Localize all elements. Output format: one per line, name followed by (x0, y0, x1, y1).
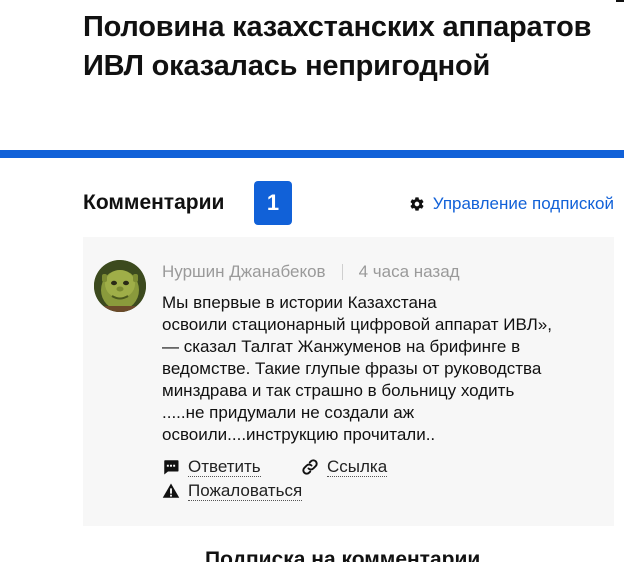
comment-text-line: Мы впервые в истории Казахстана (162, 293, 437, 312)
reply-label: Ответить (188, 457, 261, 477)
article-title: Половина казахстанских аппаратов ИВЛ ока… (83, 11, 592, 82)
link-icon (302, 459, 318, 475)
subscription-heading: Подписка на комментарии (205, 548, 481, 562)
comment-bubble-icon (164, 460, 179, 475)
comments-count-badge: 1 (254, 181, 292, 225)
comment-text: Мы впервые в истории Казахстана освоили … (162, 292, 602, 446)
comment-text-line: освоили стационарный цифровой аппарат ИВ… (162, 315, 552, 334)
comments-title: Комментарии (83, 191, 225, 214)
manage-subscription-link[interactable]: Управление подпиской (409, 194, 614, 214)
comment-text-line: освоили....инструкцию прочитали.. (162, 425, 436, 444)
comments-header: Комментарии 1 Управление подпиской (83, 181, 614, 225)
comment-time: 4 часа назад (358, 262, 460, 281)
comment-text-line: .....не придумали не создали аж (162, 403, 415, 422)
gear-icon (410, 197, 424, 211)
link-label: Ссылка (327, 457, 388, 477)
comment-meta: Нуршин Джанабеков 4 часа назад (162, 262, 460, 282)
reply-button[interactable]: Ответить (162, 457, 261, 477)
comment-text-line: минздрава и так страшно в больницу ходит… (162, 381, 515, 400)
warning-icon (162, 483, 180, 498)
page: Половина казахстанских аппаратов ИВЛ ока… (0, 0, 624, 562)
meta-divider (341, 264, 343, 280)
comment-author[interactable]: Нуршин Джанабеков (162, 262, 326, 282)
comment-card: Нуршин Джанабеков 4 часа назад Мы впервы… (83, 237, 614, 526)
section-divider (0, 150, 624, 158)
manage-subscription-label: Управление подпиской (432, 194, 614, 213)
top-edge-divider (616, 0, 624, 2)
report-label: Пожаловаться (188, 481, 303, 501)
avatar-image (94, 260, 146, 312)
report-button[interactable]: Пожаловаться (162, 481, 303, 501)
comment-text-line: — сказал Талгат Жанжуменов на брифинге в (162, 337, 521, 356)
link-button[interactable]: Ссылка (301, 457, 388, 477)
avatar[interactable] (94, 260, 146, 312)
comment-text-line: ведомстве. Такие глупые фразы от руковод… (162, 359, 542, 378)
